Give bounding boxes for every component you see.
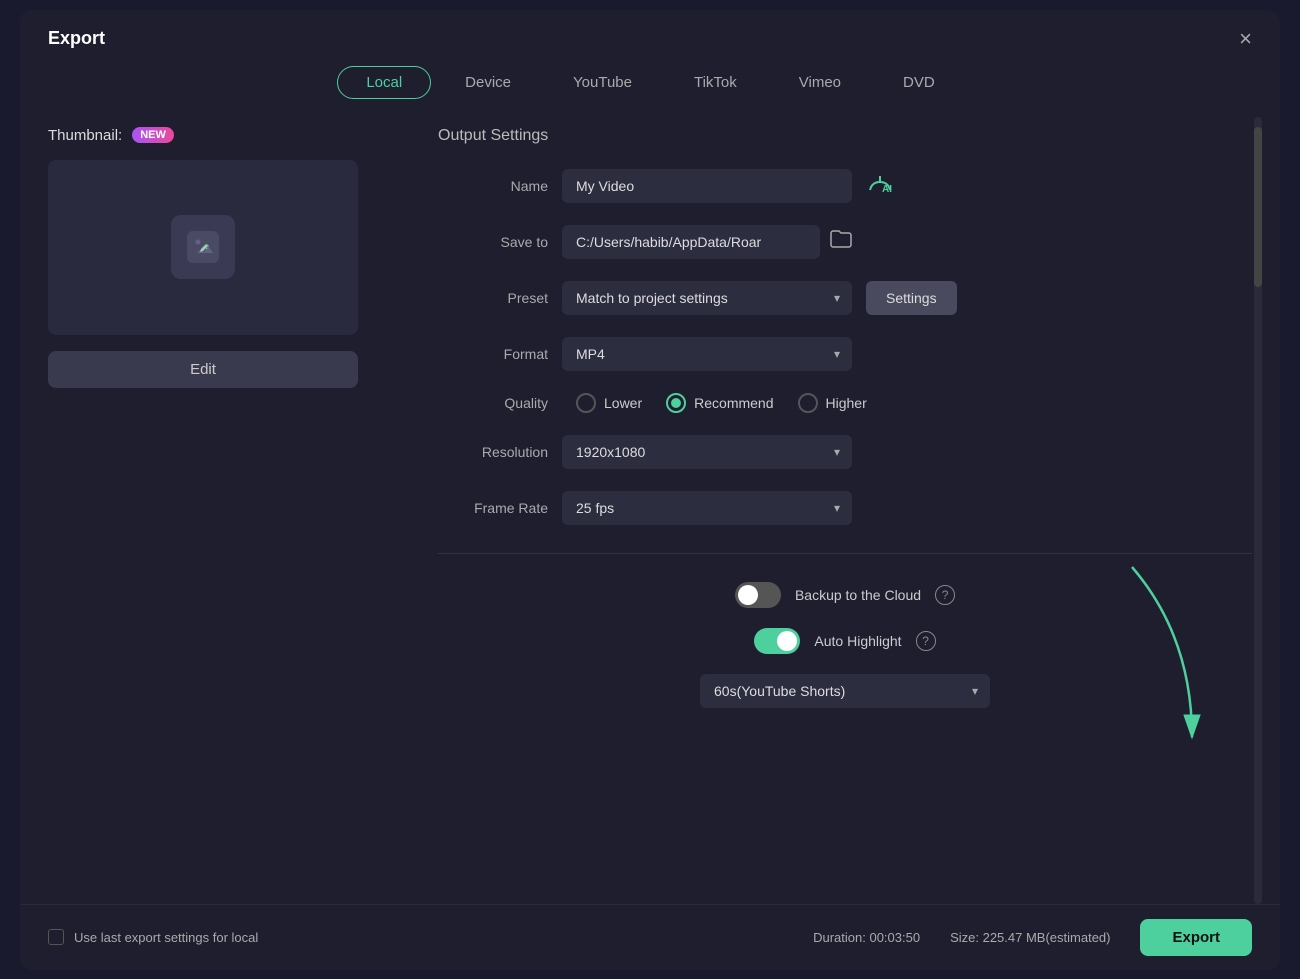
tab-dvd[interactable]: DVD xyxy=(875,66,963,99)
use-last-checkbox[interactable] xyxy=(48,929,64,945)
export-button[interactable]: Export xyxy=(1140,919,1252,956)
close-button[interactable]: × xyxy=(1239,28,1252,50)
shorts-select-wrapper: 60s(YouTube Shorts) ▾ xyxy=(438,674,1252,708)
scrollbar-track xyxy=(1254,117,1262,904)
right-panel: Output Settings Name AI Save to xyxy=(408,117,1262,904)
format-row: Format MP4 ▾ xyxy=(438,337,1252,371)
format-select[interactable]: MP4 xyxy=(562,337,852,371)
quality-recommend-radio[interactable] xyxy=(666,393,686,413)
auto-highlight-row: Auto Highlight ? xyxy=(438,628,1252,654)
name-input[interactable] xyxy=(562,169,852,203)
tab-local[interactable]: Local xyxy=(337,66,431,99)
ai-icon[interactable]: AI xyxy=(866,172,894,200)
resolution-label: Resolution xyxy=(438,444,548,460)
size-label: Size: 225.47 MB(estimated) xyxy=(950,930,1110,945)
save-to-label: Save to xyxy=(438,234,548,250)
new-badge: NEW xyxy=(132,127,174,143)
tab-tiktok[interactable]: TikTok xyxy=(666,66,765,99)
save-to-input[interactable] xyxy=(562,225,820,259)
thumbnail-label-row: Thumbnail: NEW xyxy=(48,127,388,144)
scrollbar-thumb[interactable] xyxy=(1254,127,1262,287)
quality-lower[interactable]: Lower xyxy=(576,393,642,413)
auto-highlight-help-icon[interactable]: ? xyxy=(916,631,936,651)
thumb-icon xyxy=(171,215,235,279)
left-panel: Thumbnail: NEW Edit xyxy=(38,117,408,904)
tab-vimeo[interactable]: Vimeo xyxy=(771,66,869,99)
quality-higher-label: Higher xyxy=(826,395,867,411)
export-info: Duration: 00:03:50 Size: 225.47 MB(estim… xyxy=(813,919,1252,956)
dialog-title: Export xyxy=(48,28,105,49)
backup-cloud-toggle[interactable] xyxy=(735,582,781,608)
shorts-select[interactable]: 60s(YouTube Shorts) xyxy=(700,674,990,708)
preset-label: Preset xyxy=(438,290,548,306)
export-dialog: Export × Local Device YouTube TikTok Vim… xyxy=(20,10,1280,970)
folder-icon[interactable] xyxy=(830,230,852,253)
thumbnail-text: Thumbnail: xyxy=(48,127,122,144)
dialog-header: Export × xyxy=(20,10,1280,60)
quality-lower-radio[interactable] xyxy=(576,393,596,413)
main-area: Thumbnail: NEW Edit xyxy=(20,117,1280,904)
quality-recommend[interactable]: Recommend xyxy=(666,393,773,413)
auto-highlight-toggle[interactable] xyxy=(754,628,800,654)
quality-higher[interactable]: Higher xyxy=(798,393,867,413)
format-select-wrapper: MP4 ▾ xyxy=(562,337,852,371)
name-label: Name xyxy=(438,178,548,194)
save-to-input-row xyxy=(562,225,852,259)
resolution-select-wrapper: 1920x1080 ▾ xyxy=(562,435,852,469)
preset-select-wrapper: Match to project settings ▾ xyxy=(562,281,852,315)
preset-row: Preset Match to project settings ▾ Setti… xyxy=(438,281,1252,315)
format-label: Format xyxy=(438,346,548,362)
resolution-row: Resolution 1920x1080 ▾ xyxy=(438,435,1252,469)
tab-device[interactable]: Device xyxy=(437,66,539,99)
tabs-row: Local Device YouTube TikTok Vimeo DVD xyxy=(20,60,1280,117)
quality-higher-radio[interactable] xyxy=(798,393,818,413)
backup-cloud-label: Backup to the Cloud xyxy=(795,587,921,603)
duration-label: Duration: 00:03:50 xyxy=(813,930,920,945)
shorts-select-inner: 60s(YouTube Shorts) ▾ xyxy=(700,674,990,708)
auto-highlight-label: Auto Highlight xyxy=(814,633,901,649)
quality-options: Lower Recommend Higher xyxy=(576,393,867,413)
output-settings-title: Output Settings xyxy=(438,127,1252,145)
settings-button[interactable]: Settings xyxy=(866,281,957,315)
preset-select[interactable]: Match to project settings xyxy=(562,281,852,315)
edit-button[interactable]: Edit xyxy=(48,351,358,388)
frame-rate-row: Frame Rate 25 fps ▾ xyxy=(438,491,1252,525)
frame-rate-select-wrapper: 25 fps ▾ xyxy=(562,491,852,525)
quality-label: Quality xyxy=(438,395,548,411)
quality-recommend-label: Recommend xyxy=(694,395,773,411)
quality-lower-label: Lower xyxy=(604,395,642,411)
use-last-label: Use last export settings for local xyxy=(74,930,258,945)
tab-youtube[interactable]: YouTube xyxy=(545,66,660,99)
frame-rate-select[interactable]: 25 fps xyxy=(562,491,852,525)
resolution-select[interactable]: 1920x1080 xyxy=(562,435,852,469)
backup-cloud-help-icon[interactable]: ? xyxy=(935,585,955,605)
name-row: Name AI xyxy=(438,169,1252,203)
use-last-settings: Use last export settings for local xyxy=(48,929,258,945)
quality-row: Quality Lower Recommend Higher xyxy=(438,393,1252,413)
backup-cloud-row: Backup to the Cloud ? xyxy=(438,582,1252,608)
frame-rate-label: Frame Rate xyxy=(438,500,548,516)
save-to-row: Save to xyxy=(438,225,1252,259)
divider xyxy=(438,553,1252,554)
thumbnail-preview xyxy=(48,160,358,335)
bottom-bar: Use last export settings for local Durat… xyxy=(20,904,1280,970)
svg-text:AI: AI xyxy=(882,184,892,194)
